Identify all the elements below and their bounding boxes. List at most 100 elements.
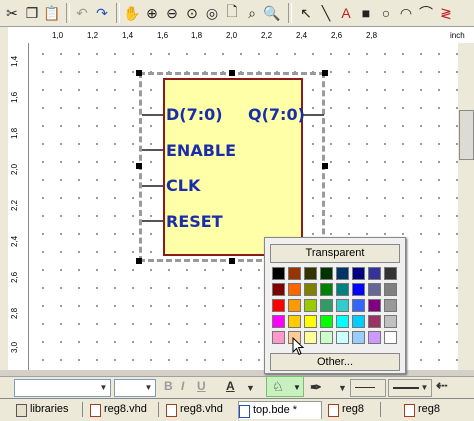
zoom-selection-icon[interactable]: ⌕ [242, 3, 262, 23]
text-tool-icon[interactable]: A [336, 3, 356, 23]
zoom-window-icon[interactable]: ◎ [202, 3, 222, 23]
color-swatch[interactable] [352, 331, 365, 344]
color-swatch[interactable] [368, 331, 381, 344]
color-swatch[interactable] [320, 283, 333, 296]
color-swatch[interactable] [384, 283, 397, 296]
color-swatch[interactable] [272, 315, 285, 328]
color-swatch[interactable] [384, 299, 397, 312]
color-swatch[interactable] [336, 299, 349, 312]
tab-separator [380, 402, 381, 417]
color-swatch[interactable] [336, 267, 349, 280]
color-swatch[interactable] [320, 267, 333, 280]
v-tick-label: 2,0 [10, 163, 19, 175]
color-swatch[interactable] [320, 331, 333, 344]
color-swatch[interactable] [352, 283, 365, 296]
v-tick-label: 1,6 [10, 91, 19, 103]
color-swatch[interactable] [336, 283, 349, 296]
color-swatch[interactable] [304, 299, 317, 312]
copy-icon[interactable]: ❐ [22, 3, 42, 23]
color-swatch[interactable] [272, 283, 285, 296]
tab-libraries[interactable]: libraries [16, 401, 69, 418]
color-swatch[interactable] [384, 267, 397, 280]
color-swatch[interactable] [288, 315, 301, 328]
color-swatch[interactable] [272, 299, 285, 312]
zoom-page-icon[interactable]: 🗋 [222, 3, 242, 23]
v-tick-label: 3,0 [10, 341, 19, 353]
color-swatch[interactable] [368, 267, 381, 280]
resize-handle[interactable] [136, 70, 142, 76]
color-swatch[interactable] [368, 299, 381, 312]
ruler-corner [8, 27, 31, 44]
other-colors-button[interactable]: Other... [270, 353, 400, 371]
zoom-in-icon[interactable]: ⊕ [142, 3, 162, 23]
color-swatch[interactable] [320, 299, 333, 312]
h-tick-label: 2,0 [226, 31, 238, 40]
color-swatch[interactable] [368, 283, 381, 296]
arrow-style-icon[interactable]: ⇠ [436, 377, 448, 394]
ellipse-tool-icon[interactable]: ○ [376, 3, 396, 23]
tab-top-bde[interactable]: top.bde * [238, 401, 322, 419]
resize-handle[interactable] [229, 70, 235, 76]
color-swatch[interactable] [352, 299, 365, 312]
color-swatch[interactable] [336, 315, 349, 328]
color-swatch[interactable] [304, 315, 317, 328]
scrollbar-thumb[interactable] [459, 110, 474, 160]
fill-color-button[interactable]: ♘ ▼ [266, 376, 304, 397]
hand-pan-icon[interactable]: ✋ [122, 3, 142, 23]
zoom-out-icon[interactable]: ⊖ [162, 3, 182, 23]
find-icon[interactable]: 🔍 [262, 3, 282, 23]
polyline-tool-icon[interactable]: ⌒ [416, 3, 436, 23]
color-swatch[interactable] [384, 331, 397, 344]
color-swatch[interactable] [304, 283, 317, 296]
color-swatch[interactable] [288, 299, 301, 312]
redo-icon[interactable]: ↷ [92, 3, 112, 23]
transparent-button[interactable]: Transparent [270, 244, 400, 263]
resize-handle[interactable] [322, 163, 328, 169]
resize-handle[interactable] [322, 70, 328, 76]
chevron-down-icon[interactable]: ▼ [338, 383, 347, 393]
font-name-combo[interactable]: ▼ [14, 379, 111, 397]
polygon-tool-icon[interactable]: ≷ [436, 3, 456, 23]
cut-icon[interactable]: ✂ [2, 3, 22, 23]
chevron-down-icon[interactable]: ▼ [246, 383, 255, 393]
color-swatch[interactable] [352, 315, 365, 328]
color-swatch[interactable] [320, 315, 333, 328]
vertical-scrollbar[interactable] [458, 43, 474, 370]
tab-reg8-symbol-2[interactable]: reg8 [404, 401, 440, 418]
chevron-down-icon: ▼ [420, 383, 429, 392]
resize-handle[interactable] [229, 258, 235, 264]
font-size-combo[interactable]: ▼ [114, 379, 156, 397]
color-swatch[interactable] [272, 267, 285, 280]
zoom-fit-icon[interactable]: ⊙ [182, 3, 202, 23]
color-swatch[interactable] [272, 331, 285, 344]
rectangle-tool-icon[interactable]: ■ [356, 3, 376, 23]
line-style-combo[interactable] [350, 379, 386, 397]
font-color-button[interactable]: A [226, 379, 235, 393]
draw-line-icon[interactable]: ╲ [316, 3, 336, 23]
resize-handle[interactable] [136, 163, 142, 169]
paste-icon[interactable]: 📋 [42, 3, 62, 23]
h-tick-label: 1,2 [87, 31, 99, 40]
color-swatch[interactable] [304, 267, 317, 280]
bold-button[interactable]: B [164, 379, 173, 393]
underline-button[interactable]: U [197, 379, 206, 393]
line-color-icon[interactable]: ✒ [310, 379, 322, 396]
tab-reg8-symbol-1[interactable]: reg8 [328, 401, 364, 418]
tab-reg8-vhd-1[interactable]: reg8.vhd [90, 401, 147, 418]
color-swatch[interactable] [288, 283, 301, 296]
color-swatch[interactable] [352, 267, 365, 280]
resize-handle[interactable] [136, 258, 142, 264]
symbol-icon [328, 404, 339, 417]
color-swatch[interactable] [336, 331, 349, 344]
color-swatch[interactable] [288, 267, 301, 280]
block-diagram-icon [239, 405, 250, 418]
tab-reg8-vhd-2[interactable]: reg8.vhd [166, 401, 223, 418]
color-swatch[interactable] [368, 315, 381, 328]
line-width-combo[interactable]: ▼ [388, 379, 432, 397]
arc-tool-icon[interactable]: ◠ [396, 3, 416, 23]
color-swatch[interactable] [384, 315, 397, 328]
italic-button[interactable]: I [181, 379, 184, 393]
undo-icon[interactable]: ↶ [72, 3, 92, 23]
select-pointer-icon[interactable]: ↖ [296, 3, 316, 23]
line-style-preview [355, 387, 375, 388]
